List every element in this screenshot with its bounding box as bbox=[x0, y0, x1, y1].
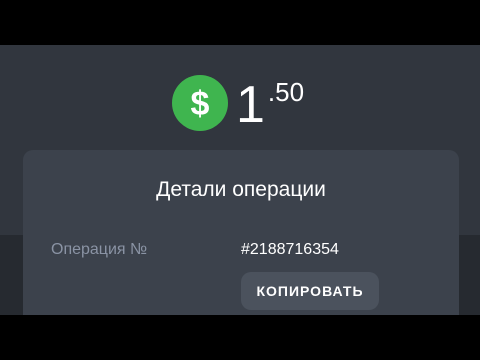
amount-integer: 1 bbox=[236, 76, 266, 134]
card-title: Детали операции bbox=[156, 178, 326, 201]
dollar-icon: $ bbox=[172, 75, 228, 131]
amount-fraction: .50 bbox=[267, 77, 305, 107]
operation-number-value: #2188716354 bbox=[241, 241, 339, 258]
amount-row: $ 1 .50 bbox=[172, 75, 305, 134]
operation-number-label: Операция № bbox=[51, 241, 148, 258]
operation-details-card: Детали операции Операция № #2188716354 К… bbox=[23, 150, 459, 315]
copy-button[interactable]: КОПИРОВАТЬ bbox=[241, 272, 379, 310]
video-frame: $ 1 .50 Детали операции Операция № #2188… bbox=[0, 0, 480, 360]
svg-text:$: $ bbox=[191, 85, 210, 122]
payment-screen: $ 1 .50 Детали операции Операция № #2188… bbox=[0, 45, 480, 315]
